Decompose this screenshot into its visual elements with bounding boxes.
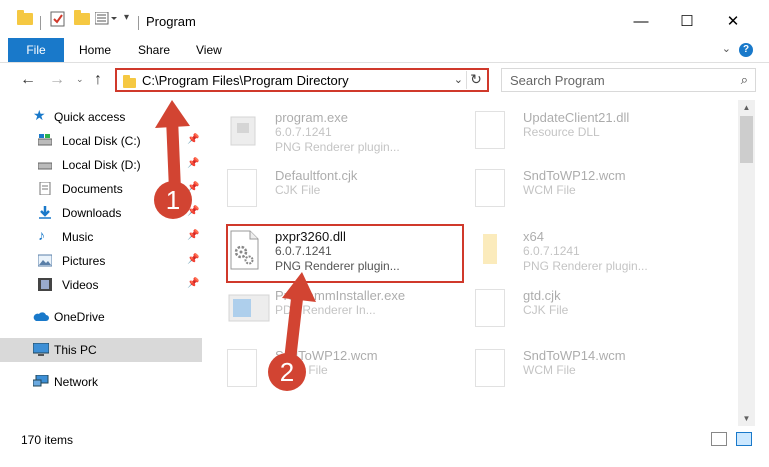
callout-step-2: 2 <box>268 353 306 391</box>
callout-step-1: 1 <box>154 181 192 219</box>
annotation-arrows <box>155 100 316 366</box>
